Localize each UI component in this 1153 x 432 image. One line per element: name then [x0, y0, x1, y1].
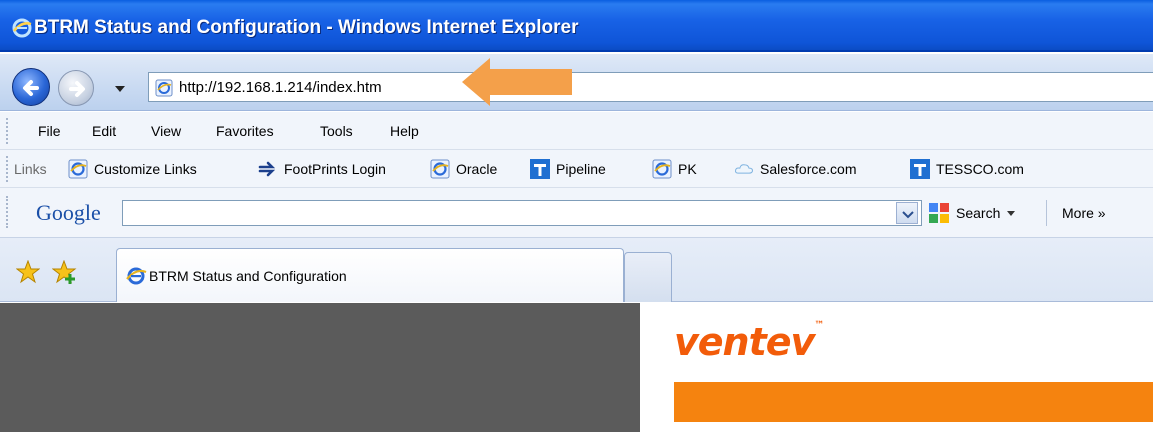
toolbar-grip[interactable]	[6, 196, 9, 228]
tessco-t-icon	[910, 159, 930, 179]
menu-view[interactable]: View	[151, 112, 181, 150]
google-search-field[interactable]	[122, 200, 922, 226]
menu-edit[interactable]: Edit	[92, 112, 116, 150]
back-button[interactable]	[12, 68, 50, 106]
link-label: Oracle	[456, 161, 498, 177]
link-label: Customize Links	[94, 161, 197, 177]
trademark-mark: ™	[814, 320, 824, 331]
link-label: Pipeline	[556, 161, 606, 177]
annotation-arrow-icon	[462, 58, 572, 106]
chevron-down-icon	[902, 211, 914, 219]
page-left-panel	[0, 303, 640, 432]
link-label: PK	[678, 161, 697, 177]
internet-explorer-icon	[12, 18, 32, 38]
ie-page-icon	[155, 79, 173, 97]
new-tab-button[interactable]	[624, 252, 672, 302]
toolbar-separator	[1046, 200, 1047, 226]
window-title-bar: BTRM Status and Configuration - Windows …	[0, 0, 1153, 52]
link-salesforce[interactable]: Salesforce.com	[734, 150, 856, 188]
link-pk[interactable]: PK	[652, 150, 697, 188]
internet-explorer-icon	[126, 267, 147, 285]
ventev-logo-text: ventev	[674, 320, 815, 364]
menu-help[interactable]: Help	[390, 112, 419, 150]
link-pipeline[interactable]: Pipeline	[530, 150, 606, 188]
link-label: TESSCO.com	[936, 161, 1024, 177]
forward-button[interactable]	[58, 70, 94, 106]
menu-tools[interactable]: Tools	[320, 112, 353, 150]
links-bar: Links Customize Links FootPrints Login O…	[0, 150, 1153, 188]
menu-file[interactable]: File	[38, 112, 61, 150]
ie-page-icon	[68, 159, 88, 179]
menu-bar: File Edit View Favorites Tools Help	[0, 112, 1153, 150]
tab-bar: BTRM Status and Configuration	[0, 238, 1153, 302]
header-band	[674, 382, 1153, 422]
ie-page-icon	[652, 159, 672, 179]
footprints-icon	[258, 161, 276, 177]
favorites-center-icon[interactable]	[16, 260, 40, 284]
google-history-dropdown[interactable]	[896, 202, 918, 224]
google-search-input[interactable]	[123, 201, 921, 225]
ventev-logo: ventev™	[674, 320, 824, 364]
forward-arrow-icon	[69, 81, 85, 97]
recent-pages-dropdown-icon[interactable]	[113, 84, 127, 94]
address-toolbar	[0, 54, 1153, 111]
google-search-label: Search	[956, 205, 1001, 221]
link-customize-links[interactable]: Customize Links	[68, 150, 197, 188]
link-footprints-login[interactable]: FootPrints Login	[258, 150, 386, 188]
google-search-button[interactable]: Search	[928, 198, 1016, 228]
window-title: BTRM Status and Configuration - Windows …	[34, 17, 579, 38]
back-arrow-icon	[23, 80, 39, 96]
google-logo: Google	[36, 200, 101, 225]
links-label: Links	[14, 161, 47, 177]
toolbar-grip[interactable]	[6, 118, 9, 144]
tab-btrm-status[interactable]: BTRM Status and Configuration	[116, 248, 624, 302]
add-to-favorites-icon[interactable]	[52, 260, 78, 286]
menu-favorites[interactable]: Favorites	[216, 112, 274, 150]
google-toolbar: Google Search More »	[0, 188, 1153, 238]
toolbar-grip[interactable]	[6, 156, 9, 182]
chevron-down-icon	[1007, 211, 1016, 216]
link-tessco[interactable]: TESSCO.com	[910, 150, 1024, 188]
ie-page-icon	[430, 159, 450, 179]
link-label: FootPrints Login	[284, 161, 386, 177]
link-label: Salesforce.com	[760, 161, 857, 177]
address-field[interactable]	[148, 72, 1153, 103]
tessco-t-icon	[530, 159, 550, 179]
cloud-icon	[735, 164, 753, 174]
tab-label: BTRM Status and Configuration	[149, 268, 347, 284]
link-oracle[interactable]: Oracle	[430, 150, 497, 188]
google-more-button[interactable]: More »	[1062, 188, 1106, 238]
google-search-icon	[929, 203, 949, 223]
